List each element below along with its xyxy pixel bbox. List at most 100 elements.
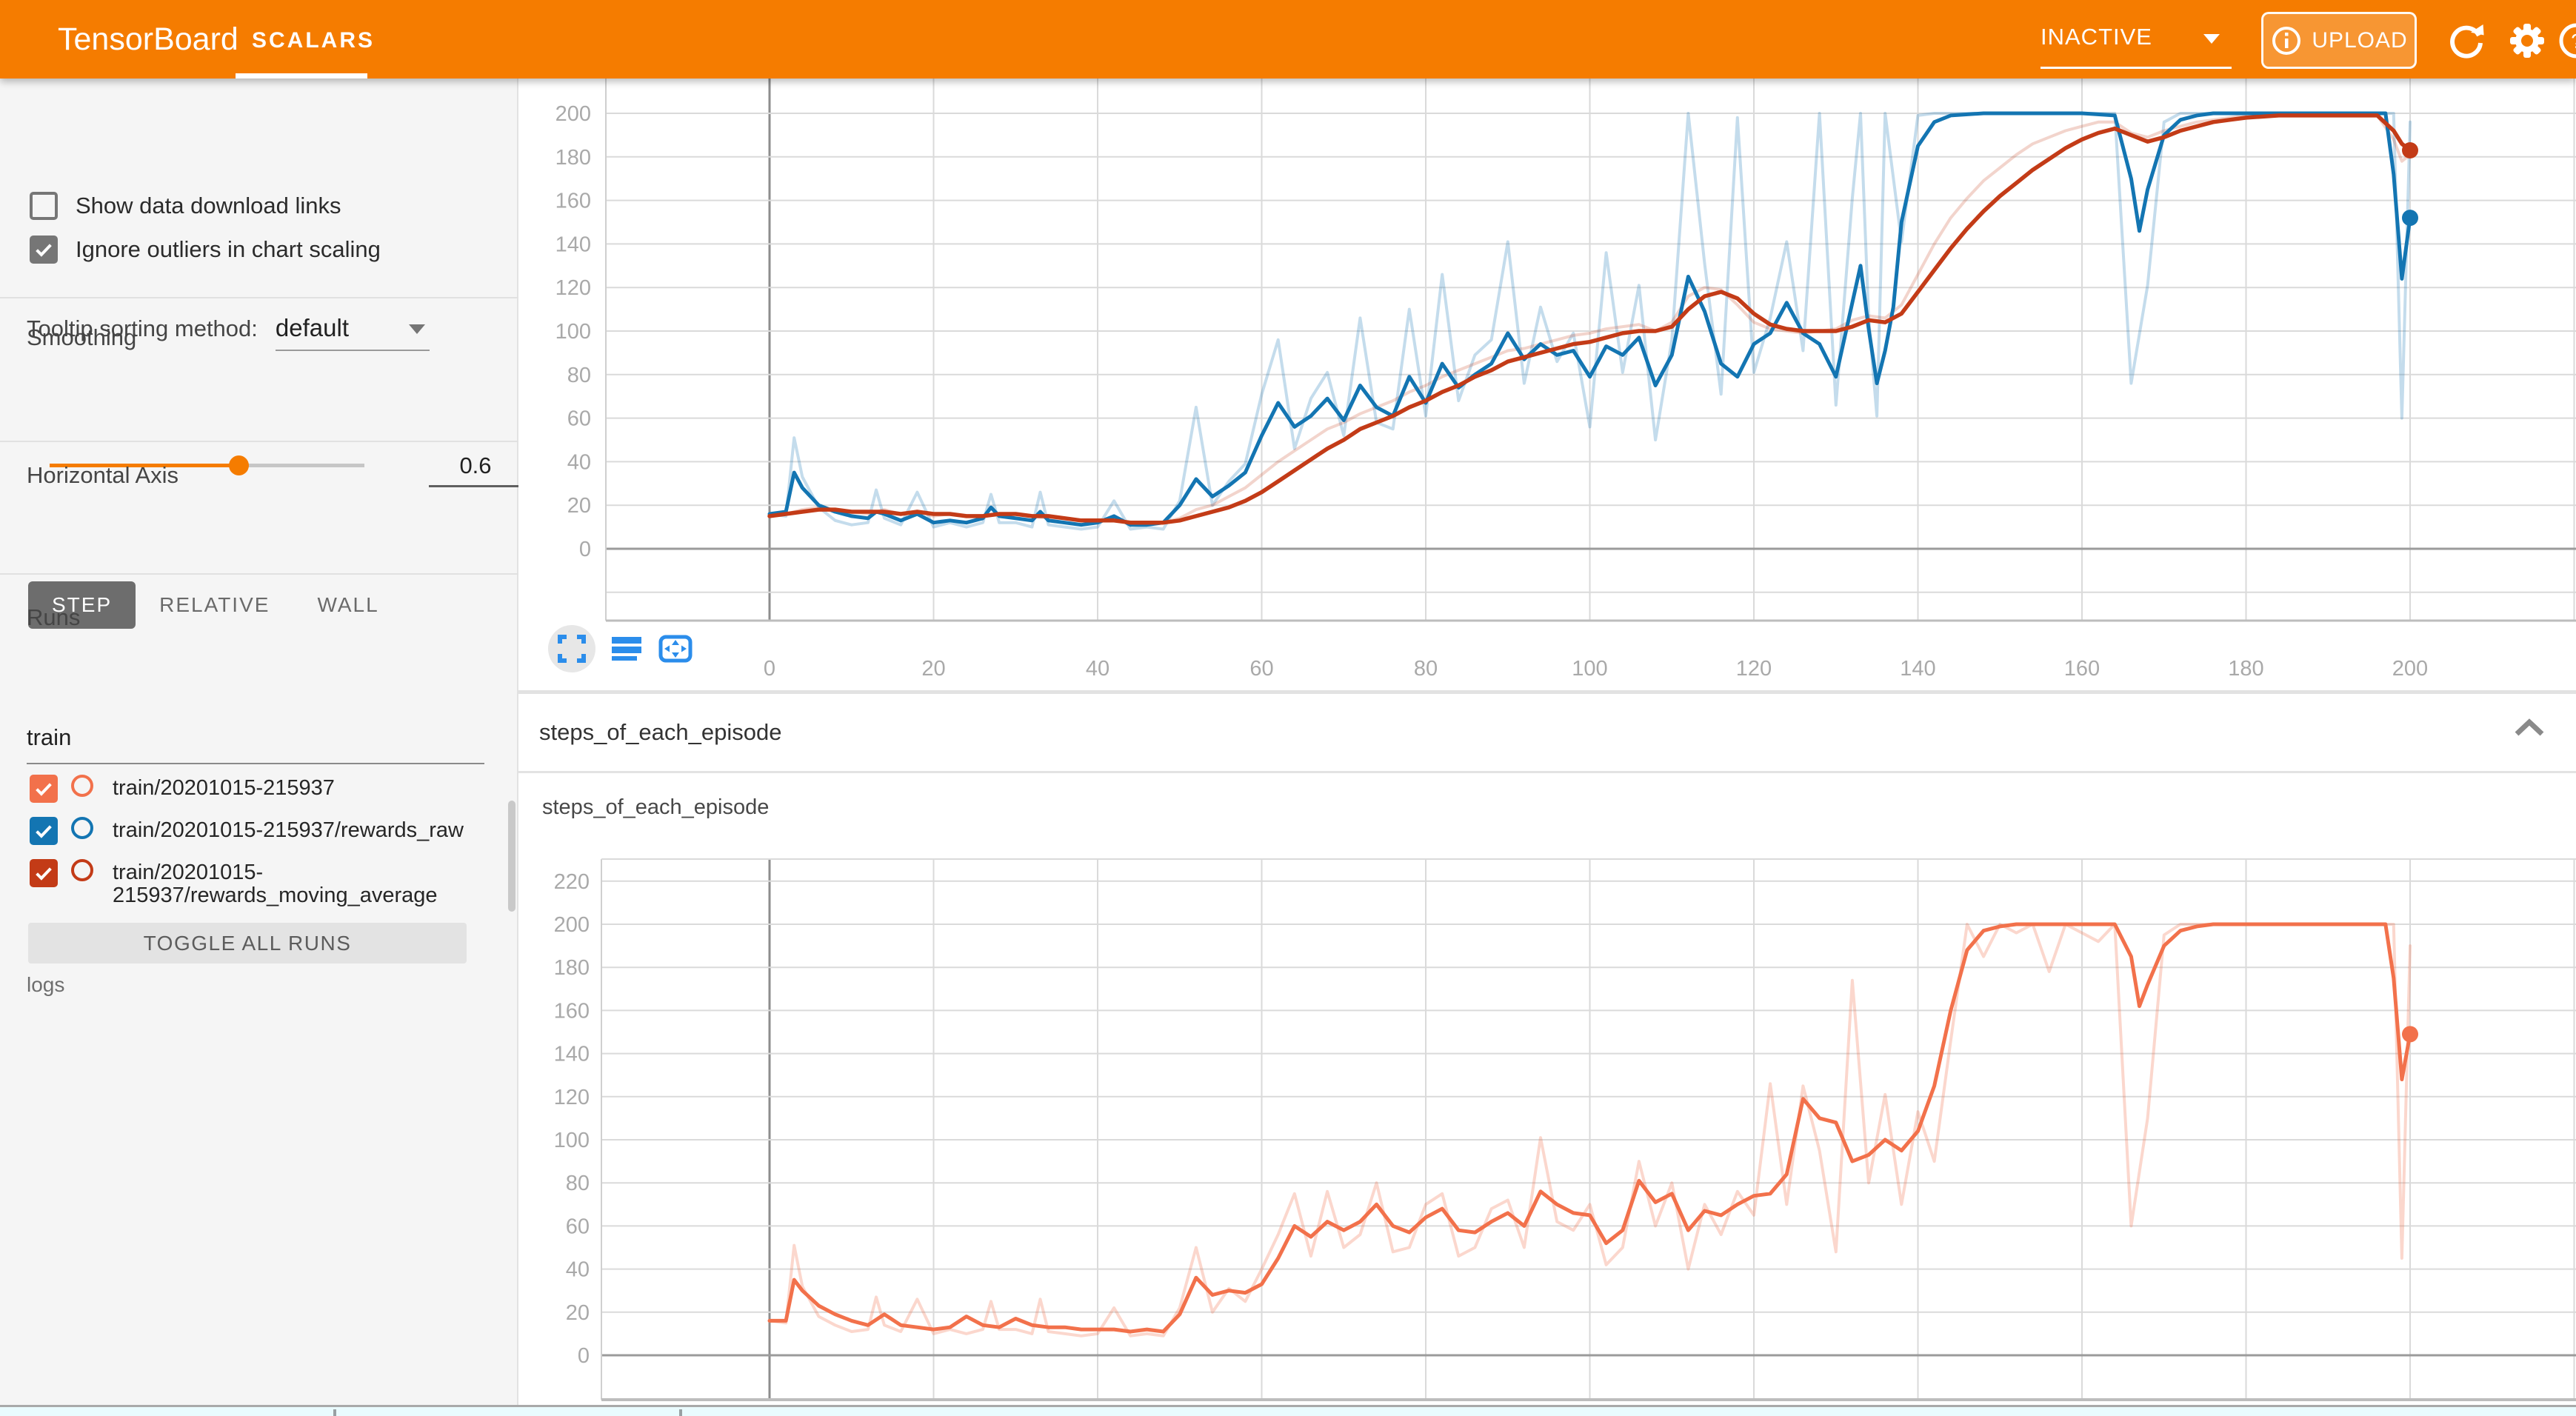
upload-button-label: UPLOAD xyxy=(2312,28,2407,53)
run-label: train/20201015-215937 xyxy=(113,775,487,800)
logs-label: logs xyxy=(27,973,64,997)
section-header-steps-of-each-episode[interactable]: steps_of_each_episode xyxy=(518,694,2576,773)
svg-text:140: 140 xyxy=(1900,657,1935,681)
svg-text:?: ? xyxy=(2571,30,2576,53)
run-row-rewards-raw: train/20201015-215937/rewards_raw xyxy=(30,817,504,845)
svg-text:140: 140 xyxy=(554,1043,590,1066)
divider xyxy=(0,573,518,575)
axis-option-wall[interactable]: WALL xyxy=(293,581,402,629)
svg-text:60: 60 xyxy=(1249,657,1273,681)
run-solo-radio[interactable] xyxy=(71,817,93,839)
svg-text:20: 20 xyxy=(566,1301,590,1325)
svg-text:100: 100 xyxy=(554,1129,590,1152)
svg-text:100: 100 xyxy=(555,320,591,344)
run-solo-radio[interactable] xyxy=(71,775,93,797)
show-download-links-checkbox[interactable] xyxy=(30,192,58,220)
runs-list: train/20201015-215937 train/20201015-215… xyxy=(30,775,504,921)
collapse-chevron-icon[interactable] xyxy=(2512,716,2546,738)
tensorboard-app: TensorBoard SCALARS INACTIVE UPLOAD xyxy=(0,0,2576,1416)
chart-toolbar xyxy=(548,625,693,672)
refresh-icon[interactable] xyxy=(2446,21,2486,61)
svg-text:180: 180 xyxy=(2228,657,2263,681)
smoothing-label: Smoothing xyxy=(27,324,136,351)
svg-text:120: 120 xyxy=(554,1086,590,1109)
check-icon xyxy=(33,778,55,800)
expand-chart-button[interactable] xyxy=(548,625,595,672)
svg-text:160: 160 xyxy=(554,999,590,1023)
help-icon[interactable]: ? xyxy=(2557,21,2576,61)
svg-text:100: 100 xyxy=(1572,657,1607,681)
chart-title: steps_of_each_episode xyxy=(542,795,769,820)
runs-filter-input[interactable] xyxy=(27,724,484,751)
svg-text:20: 20 xyxy=(921,657,945,681)
edge-mark xyxy=(679,1409,682,1416)
svg-text:80: 80 xyxy=(566,1172,590,1195)
steps-chart[interactable]: 020406080100120140160180200220 xyxy=(518,852,2576,1405)
fit-domain-icon[interactable] xyxy=(658,633,693,664)
next-section-edge xyxy=(0,1405,2576,1416)
runs-label: Runs xyxy=(27,604,80,631)
run-checkbox[interactable] xyxy=(30,859,58,887)
run-solo-radio[interactable] xyxy=(71,859,93,881)
gear-icon[interactable] xyxy=(2507,21,2547,61)
ignore-outliers-row: Ignore outliers in chart scaling xyxy=(30,236,381,264)
svg-text:40: 40 xyxy=(1086,657,1110,681)
horizontal-axis-toggle: STEP RELATIVE WALL xyxy=(28,581,403,629)
axis-option-relative[interactable]: RELATIVE xyxy=(136,581,293,629)
tooltip-sorting-dropdown[interactable]: default xyxy=(276,314,431,342)
edge-mark xyxy=(333,1409,336,1416)
smoothing-value-field[interactable]: 0.6 xyxy=(429,452,522,479)
ignore-outliers-checkbox[interactable] xyxy=(30,236,58,264)
dropdown-arrow-icon xyxy=(409,324,425,334)
svg-text:180: 180 xyxy=(554,956,590,980)
run-checkbox[interactable] xyxy=(30,817,58,845)
app-header: TensorBoard SCALARS INACTIVE UPLOAD xyxy=(0,0,2576,79)
svg-text:80: 80 xyxy=(1414,657,1438,681)
run-label: train/20201015-215937/rewards_raw xyxy=(113,817,487,842)
settings-sidebar: Show data download links Ignore outliers… xyxy=(0,79,518,1405)
divider xyxy=(0,297,518,298)
tooltip-sorting-value: default xyxy=(276,314,349,341)
dropdown-arrow-icon xyxy=(2203,34,2220,44)
svg-text:120: 120 xyxy=(555,276,591,300)
svg-text:200: 200 xyxy=(555,102,591,126)
svg-text:200: 200 xyxy=(554,913,590,937)
show-download-links-row: Show data download links xyxy=(30,192,341,220)
run-checkbox[interactable] xyxy=(30,775,58,803)
expand-icon xyxy=(557,634,587,664)
svg-text:220: 220 xyxy=(554,870,590,894)
horizontal-axis-label: Horizontal Axis xyxy=(27,462,178,489)
svg-text:0: 0 xyxy=(578,1344,590,1368)
svg-text:40: 40 xyxy=(567,450,591,474)
svg-text:60: 60 xyxy=(567,407,591,431)
run-row-train: train/20201015-215937 xyxy=(30,775,504,803)
smoothing-value: 0.6 xyxy=(459,452,491,478)
status-dropdown[interactable]: INACTIVE xyxy=(2041,15,2233,68)
sidebar-scrollbar[interactable] xyxy=(508,801,515,912)
svg-text:40: 40 xyxy=(566,1258,590,1282)
toggle-all-runs-button[interactable]: TOGGLE ALL RUNS xyxy=(28,923,467,964)
section-title: steps_of_each_episode xyxy=(539,719,781,746)
info-icon xyxy=(2270,24,2303,57)
tab-scalars[interactable]: SCALARS xyxy=(252,0,375,79)
check-icon xyxy=(33,238,55,261)
rewards-chart[interactable]: 0204060801001201401601802000204060801001… xyxy=(518,79,2576,690)
svg-text:120: 120 xyxy=(1736,657,1772,681)
run-row-rewards-moving-average: train/20201015-215937/rewards_moving_ave… xyxy=(30,859,504,906)
runs-filter xyxy=(27,724,484,751)
check-icon xyxy=(33,862,55,884)
svg-text:160: 160 xyxy=(2064,657,2100,681)
app-title: TensorBoard xyxy=(58,0,238,79)
svg-text:200: 200 xyxy=(2392,657,2428,681)
svg-text:160: 160 xyxy=(555,190,591,213)
data-table-icon[interactable] xyxy=(610,634,643,664)
check-icon xyxy=(33,820,55,842)
divider xyxy=(0,441,518,442)
charts-main: 0204060801001201401601802000204060801001… xyxy=(518,79,2576,1416)
svg-text:180: 180 xyxy=(555,146,591,170)
ignore-outliers-label: Ignore outliers in chart scaling xyxy=(76,236,381,263)
active-tab-underline xyxy=(236,73,367,79)
show-download-links-label: Show data download links xyxy=(76,193,341,219)
slider-thumb[interactable] xyxy=(229,455,249,475)
upload-button[interactable]: UPLOAD xyxy=(2261,12,2417,69)
